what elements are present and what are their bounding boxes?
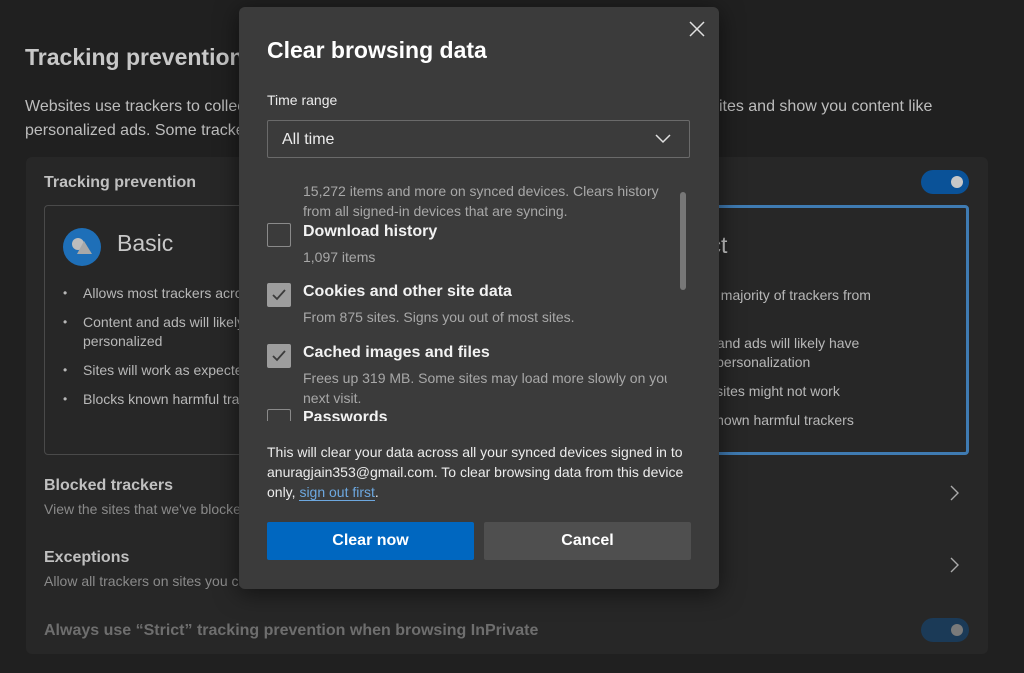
close-icon[interactable]	[687, 19, 707, 39]
row-title: Always use “Strict” tracking prevention …	[44, 622, 539, 639]
checkmark-icon	[272, 289, 286, 301]
inprivate-strict-toggle[interactable]	[921, 618, 969, 642]
card-label: Tracking prevention	[44, 174, 197, 191]
cookies-checkbox[interactable]	[267, 283, 291, 307]
tracking-prevention-toggle[interactable]	[921, 170, 969, 194]
cancel-button[interactable]: Cancel	[484, 522, 691, 560]
checkmark-icon	[272, 350, 286, 362]
chevron-right-icon	[950, 557, 959, 573]
item-title: Cookies and other site data	[303, 283, 512, 300]
sync-note: This will clear your data across all you…	[267, 442, 697, 502]
item-subtitle: Frees up 319 MB. Some sites may load mor…	[303, 370, 667, 406]
dialog-title: Clear browsing data	[267, 37, 487, 63]
clear-browsing-data-dialog: Clear browsing data Time range All time …	[239, 7, 719, 589]
chevron-down-icon	[655, 134, 671, 144]
data-types-list: 15,272 items and more on synced devices.…	[267, 173, 667, 421]
shapes-icon	[63, 228, 101, 266]
clear-now-button[interactable]: Clear now	[267, 522, 474, 560]
scrollbar-thumb[interactable]	[680, 192, 686, 290]
mode-name: Basic	[117, 230, 174, 256]
sign-out-link[interactable]: sign out first	[299, 484, 375, 501]
time-range-value: All time	[282, 131, 335, 148]
item-subtitle: From 875 sites. Signs you out of most si…	[303, 309, 575, 325]
page-title: Tracking prevention	[25, 44, 244, 70]
item-title: Download history	[303, 223, 438, 240]
sync-note-suffix: .	[374, 484, 379, 500]
download-history-checkbox[interactable]	[267, 223, 291, 247]
browsing-history-description: 15,272 items and more on synced devices.…	[303, 183, 659, 219]
chevron-right-icon	[950, 485, 959, 501]
toggle-knob	[951, 624, 963, 636]
item-title: Passwords	[303, 409, 388, 421]
item-subtitle: 1,097 items	[303, 249, 376, 265]
cached-images-checkbox[interactable]	[267, 344, 291, 368]
item-title: Cached images and files	[303, 344, 490, 361]
inprivate-strict-row: Always use “Strict” tracking prevention …	[44, 622, 969, 640]
list-scrollbar[interactable]	[680, 192, 688, 422]
toggle-knob	[951, 176, 963, 188]
time-range-label: Time range	[267, 92, 338, 108]
time-range-select[interactable]: All time	[267, 120, 690, 158]
passwords-checkbox[interactable]	[267, 409, 291, 421]
